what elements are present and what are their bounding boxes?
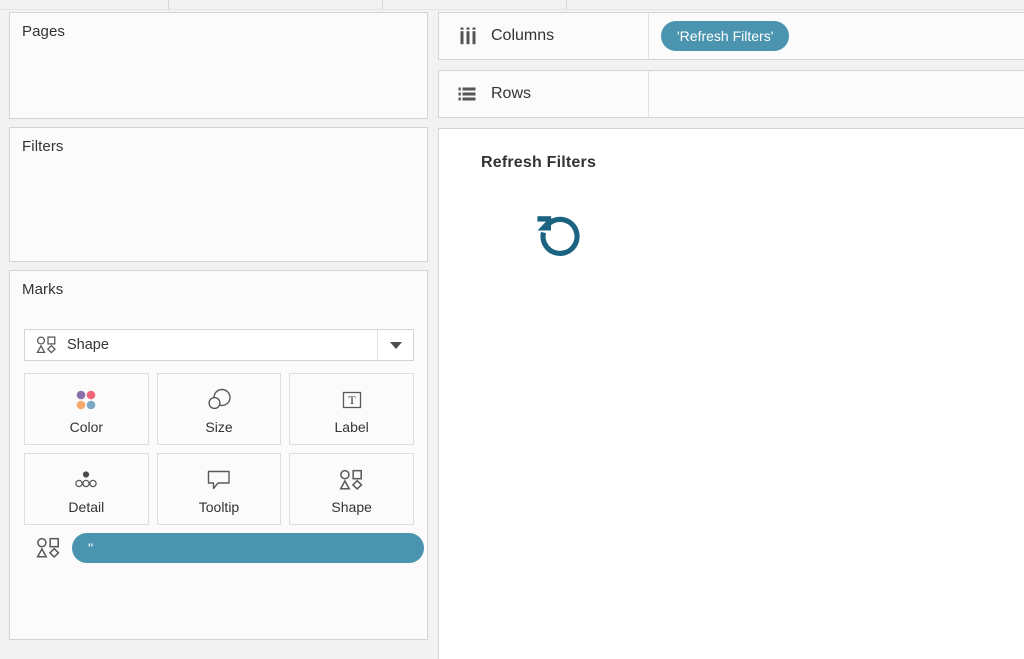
columns-icon: [451, 27, 485, 45]
marks-size-label: Size: [205, 419, 233, 435]
marks-tooltip-button[interactable]: Tooltip: [156, 453, 282, 525]
color-dots-icon: [73, 383, 99, 417]
column-header-refresh-filters: Refresh Filters: [481, 154, 597, 171]
marks-tooltip-label: Tooltip: [198, 499, 240, 515]
marks-shape-pill[interactable]: '': [72, 533, 424, 563]
columns-shelf-label: Columns: [491, 27, 555, 44]
filters-shelf[interactable]: Filters: [9, 127, 428, 262]
rows-shelf-dropzone[interactable]: [649, 71, 1024, 117]
shape-grid-icon: [32, 536, 66, 560]
toolbar-separator: [168, 0, 169, 9]
marks-size-button[interactable]: Size: [156, 373, 282, 445]
marks-type-dropdown[interactable]: Shape: [24, 329, 414, 361]
tableau-worksheet: Pages Filters Marks Shape Color Size T L…: [0, 0, 1024, 659]
shape-grid-icon: [33, 335, 61, 355]
marks-buttons-grid: Color Size T Label Detail Tooltip Shape: [24, 373, 414, 525]
view-pane[interactable]: Refresh Filters: [438, 128, 1024, 659]
marks-shape-button[interactable]: Shape: [289, 453, 414, 525]
rows-icon: [451, 85, 485, 103]
filters-shelf-title: Filters: [22, 138, 64, 155]
marks-shape-label: Shape: [331, 499, 372, 515]
label-text-icon: T: [340, 383, 364, 417]
columns-pill-refresh-filters[interactable]: 'Refresh Filters': [661, 21, 790, 51]
columns-shelf-dropzone[interactable]: 'Refresh Filters': [649, 13, 1024, 59]
toolbar-separator: [382, 0, 383, 9]
columns-shelf[interactable]: Columns 'Refresh Filters': [438, 12, 1024, 60]
marks-label-button[interactable]: T Label: [289, 373, 414, 445]
toolbar-bottom-rule: [0, 9, 1024, 10]
marks-card-title: Marks: [22, 281, 64, 298]
marks-card: Marks Shape Color Size T Label Detail To…: [9, 270, 428, 640]
rows-shelf[interactable]: Rows: [438, 70, 1024, 118]
marks-color-button[interactable]: Color: [24, 373, 149, 445]
marks-type-label: Shape: [67, 337, 109, 353]
tooltip-bubble-icon: [206, 463, 232, 497]
svg-text:T: T: [348, 393, 356, 407]
marks-detail-button[interactable]: Detail: [24, 453, 149, 525]
pages-shelf[interactable]: Pages: [9, 12, 428, 119]
toolbar-separator: [566, 0, 567, 9]
refresh-counterclockwise-icon[interactable]: [529, 207, 589, 267]
size-circles-icon: [205, 383, 233, 417]
marks-shape-pill-row: '': [32, 533, 424, 563]
chevron-down-icon[interactable]: [377, 330, 413, 360]
columns-shelf-header: Columns: [439, 13, 649, 59]
marks-color-label: Color: [69, 419, 104, 435]
shape-grid-icon: [339, 463, 365, 497]
detail-dots-icon: [72, 463, 100, 497]
marks-label-label: Label: [334, 419, 369, 435]
rows-shelf-header: Rows: [439, 71, 649, 117]
marks-detail-label: Detail: [68, 499, 105, 515]
rows-shelf-label: Rows: [491, 85, 532, 102]
pages-shelf-title: Pages: [22, 23, 66, 40]
